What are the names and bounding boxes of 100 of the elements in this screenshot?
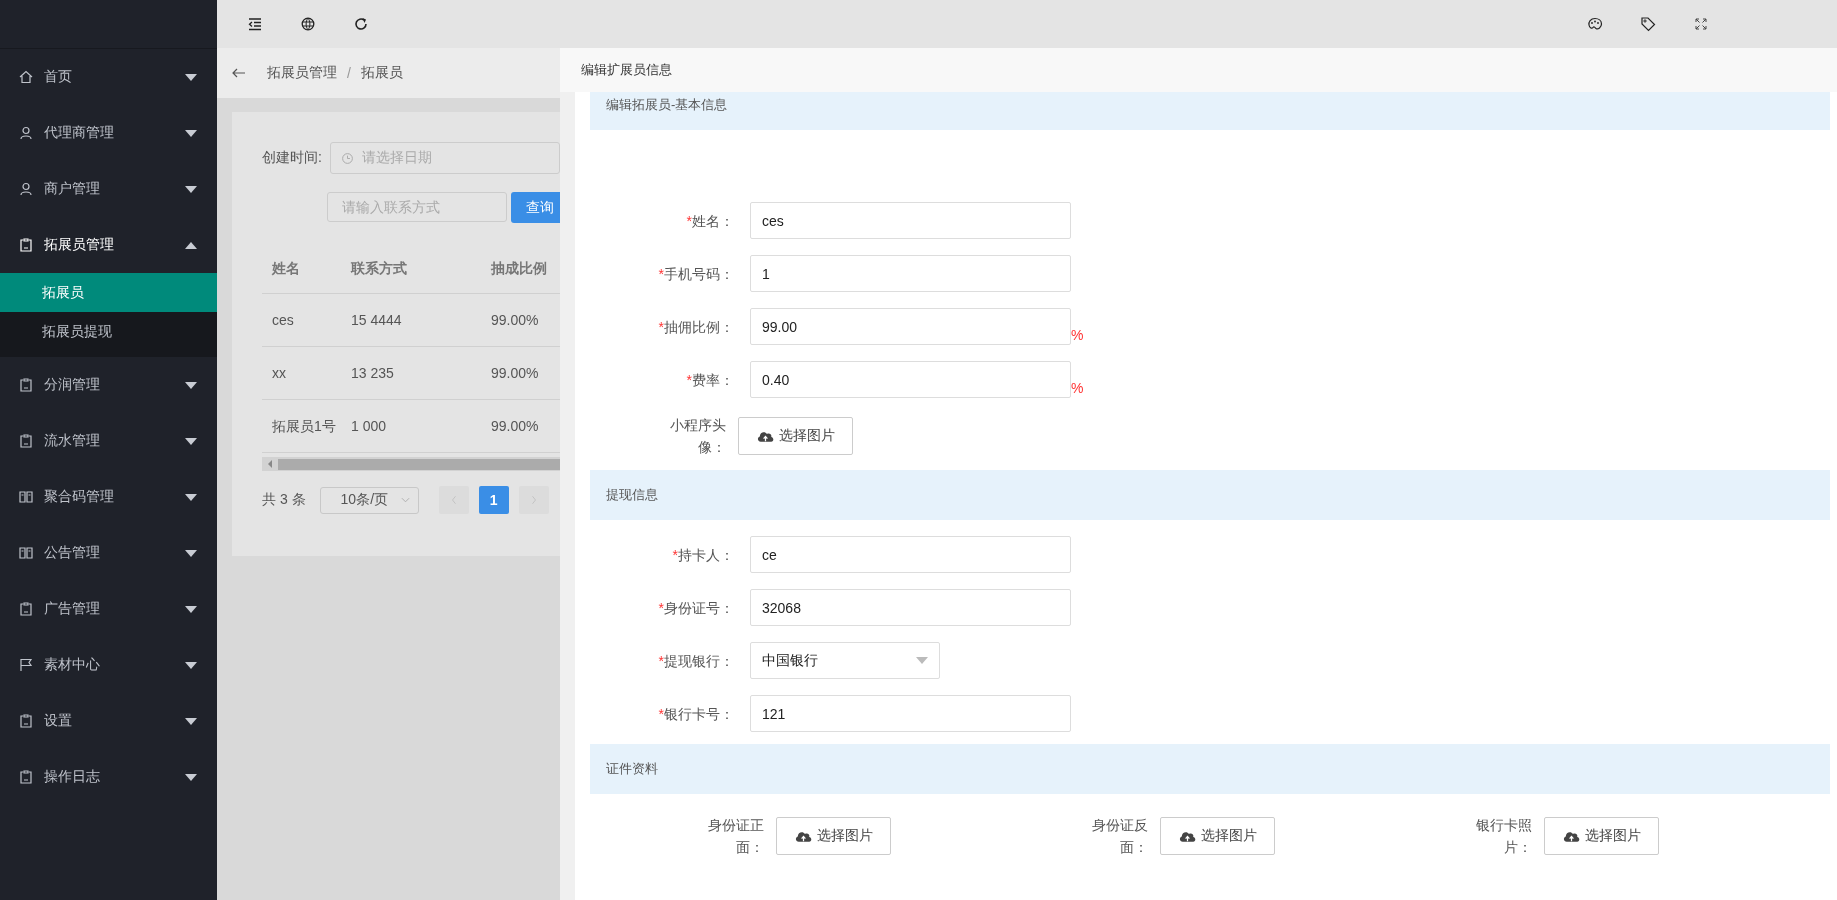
breadcrumb-item[interactable]: 拓展员管理: [267, 64, 337, 82]
menu-item[interactable]: 广告管理: [0, 581, 217, 637]
column-header: 姓名: [271, 259, 301, 278]
contact-field[interactable]: 请输入联系方式: [327, 192, 507, 222]
table-cell-text: 15 4444: [350, 311, 403, 330]
field-label: *身份证号：: [657, 598, 735, 618]
refresh-icon[interactable]: [353, 16, 369, 32]
clipboard-icon: [18, 601, 34, 617]
caret-icon: [916, 657, 928, 664]
caret-icon: [185, 241, 197, 249]
field-label: *姓名：: [685, 211, 735, 231]
caret-icon: [185, 549, 197, 557]
text-field[interactable]: ces: [750, 202, 1071, 239]
filter-label: 创建时间:: [262, 149, 322, 167]
text-field[interactable]: 1: [750, 255, 1071, 292]
upload-cloud-icon: [1562, 829, 1581, 843]
field-label: 小程序头像：: [669, 416, 727, 457]
breadcrumb-item[interactable]: 拓展员: [360, 64, 403, 82]
upload-button[interactable]: 选择图片: [1544, 817, 1659, 855]
clock-icon: [340, 151, 354, 165]
fullscreen-icon[interactable]: [1693, 16, 1709, 32]
text-field[interactable]: 99.00: [750, 308, 1071, 345]
section-header: 证件资料: [590, 744, 1830, 794]
text-field[interactable]: ce: [750, 536, 1071, 573]
table-cell-text: 99.00%: [490, 417, 540, 436]
submenu-item[interactable]: 拓展员: [0, 273, 217, 312]
tag-icon[interactable]: [1640, 16, 1656, 32]
section-header: 编辑拓展员-基本信息: [590, 92, 1830, 130]
text-field[interactable]: 121: [750, 695, 1071, 732]
upload-cloud-icon: [794, 829, 813, 843]
caret-icon: [185, 605, 197, 613]
home-icon: [18, 69, 34, 85]
clipboard-icon: [18, 237, 34, 253]
menu-item[interactable]: 聚合码管理: [0, 469, 217, 525]
palette-icon[interactable]: [1587, 16, 1603, 32]
caret-icon: [185, 661, 197, 669]
horizontal-scrollbar[interactable]: [262, 457, 560, 471]
field-label: 银行卡照片：: [1475, 816, 1533, 857]
bank-select[interactable]: 中国银行: [750, 642, 940, 679]
caret-icon: [185, 717, 197, 725]
drawer-title: 编辑扩展员信息: [581, 61, 672, 79]
user-icon: [18, 181, 34, 197]
menu-item[interactable]: 分润管理: [0, 357, 217, 413]
field-label: *提现银行：: [657, 651, 735, 671]
upload-button[interactable]: 选择图片: [1160, 817, 1275, 855]
flag-icon: [18, 657, 34, 673]
total-count: 共 3 条: [262, 491, 306, 509]
caret-icon: [185, 185, 197, 193]
section-header: 提现信息: [590, 470, 1830, 520]
menu-item[interactable]: 设置: [0, 693, 217, 749]
upload-button[interactable]: 选择图片: [738, 417, 853, 455]
caret-icon: [185, 493, 197, 501]
breadcrumb-separator: /: [347, 65, 351, 81]
clipboard-icon: [18, 713, 34, 729]
table-cell-text: 拓展员1号: [271, 417, 337, 436]
percent-sign: %: [1071, 327, 1084, 343]
field-label: *持卡人：: [671, 545, 735, 565]
user-icon: [18, 125, 34, 141]
caret-icon: [185, 773, 197, 781]
table-cell-text: 99.00%: [490, 364, 540, 383]
table-cell-text: xx: [271, 364, 287, 383]
clipboard-icon: [18, 377, 34, 393]
menu-item[interactable]: 素材中心: [0, 637, 217, 693]
menu-item[interactable]: 公告管理: [0, 525, 217, 581]
caret-icon: [185, 73, 197, 81]
chevron-down-icon: [400, 497, 410, 503]
caret-icon: [185, 381, 197, 389]
table-cell-text: 1 000: [350, 417, 388, 436]
text-field[interactable]: 32068: [750, 589, 1071, 626]
globe-icon[interactable]: [300, 16, 316, 32]
table-cell-text: 99.00%: [490, 311, 540, 330]
book-icon: [18, 489, 34, 505]
chevron-right-icon: [530, 495, 537, 505]
field-label: *银行卡号：: [657, 704, 735, 724]
menu-item[interactable]: 流水管理: [0, 413, 217, 469]
drawer-scrollbar[interactable]: [560, 92, 575, 900]
field-label: *手机号码：: [657, 264, 735, 284]
menu-item[interactable]: 商户管理: [0, 161, 217, 217]
upload-button[interactable]: 选择图片: [776, 817, 891, 855]
menu-collapse-icon[interactable]: [247, 16, 263, 32]
menu-item[interactable]: 操作日志: [0, 749, 217, 805]
upload-cloud-icon: [756, 429, 775, 443]
upload-cloud-icon: [1178, 829, 1197, 843]
menu-item[interactable]: 拓展员管理: [0, 217, 217, 273]
caret-icon: [185, 129, 197, 137]
chevron-left-icon: [450, 495, 457, 505]
page-size-select[interactable]: 10条/页: [319, 486, 419, 514]
column-header: 联系方式: [349, 259, 408, 278]
caret-icon: [185, 437, 197, 445]
menu-item[interactable]: 代理商管理: [0, 105, 217, 161]
field-label: *费率：: [685, 370, 735, 390]
text-field[interactable]: 0.40: [750, 361, 1071, 398]
submenu-item[interactable]: 拓展员提现: [0, 312, 217, 351]
menu-item[interactable]: 首页: [0, 49, 217, 105]
field-label: *抽佣比例：: [657, 317, 735, 337]
field-label: 身份证正面：: [707, 816, 765, 857]
percent-sign: %: [1071, 380, 1084, 396]
field-label: 身份证反面：: [1091, 816, 1149, 857]
book-icon: [18, 545, 34, 561]
table-cell-text: ces: [271, 311, 295, 330]
